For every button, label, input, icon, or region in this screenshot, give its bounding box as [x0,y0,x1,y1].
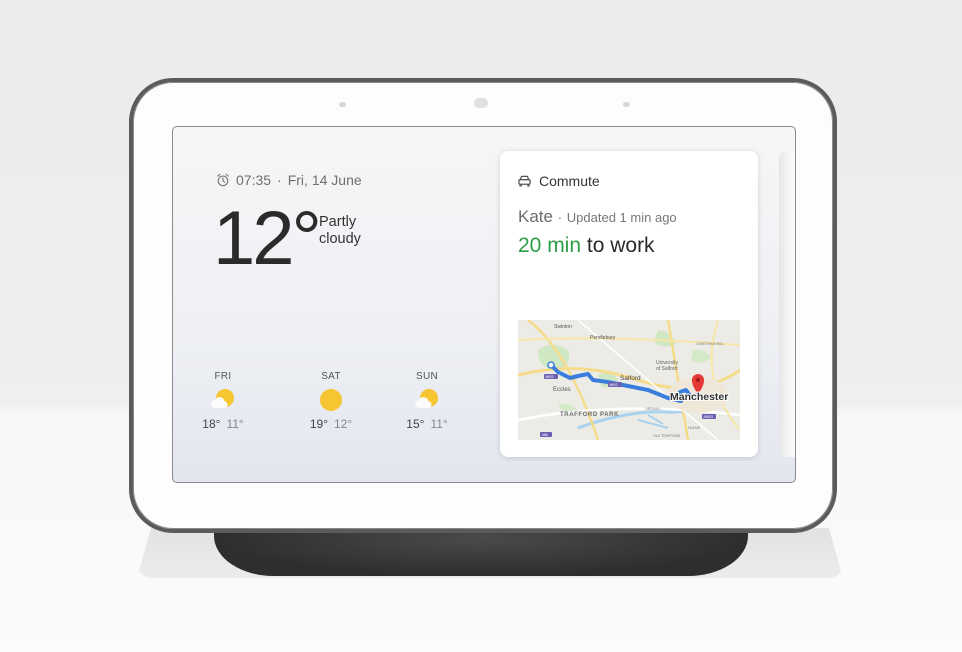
commute-subtitle: Kate · Updated 1 min ago [518,207,677,227]
next-card-peek[interactable] [779,151,795,457]
status-date: Fri, 14 June [287,172,362,188]
map-label-pendlebury: Pendlebury [590,335,616,341]
partly-cloudy-icon [211,389,234,408]
map-shield-a5063: A5063 [704,415,713,419]
commute-separator: · [557,210,563,225]
commute-title: Commute [539,173,600,189]
commute-eta: 20 min to work [518,234,655,258]
map-label-of-salford: of Salford [656,366,678,372]
partly-cloudy-icon [415,389,438,408]
speaker-base [214,530,748,576]
alarm-clock-icon [217,173,229,187]
map-label-cheetham-hill: CHEETHAM HILL [696,342,724,346]
forecast-day-label: SAT [321,371,341,382]
forecast-day-label: FRI [214,371,232,382]
map-shield-m602: M602 [546,375,554,379]
forecast-low: 11° [226,417,244,431]
status-separator: · [277,172,282,188]
commute-card[interactable]: Commute Kate · Updated 1 min ago 20 min … [500,151,758,457]
map-label-salford: Salford [620,375,641,382]
commute-updated: Updated 1 min ago [566,210,677,225]
commute-person: Kate [518,207,553,226]
display-screen: 07:35 · Fri, 14 June 12° Partly cloudy F… [172,126,796,483]
map-label-trafford-park: TRAFFORD PARK [560,412,619,418]
condition-line-2: cloudy [319,231,361,247]
forecast-temps: 18° 11° [193,417,253,431]
weather-condition: Partly cloudy [319,214,361,248]
forecast-low: 12° [334,417,353,431]
map-label-manchester: Manchester [670,391,728,403]
status-time: 07:35 [236,172,272,188]
current-temperature: 12° [213,196,322,281]
map-label-swinton: Swinton [554,324,572,330]
map-label-eccles: Eccles [553,387,571,393]
commute-eta-value: 20 min [518,234,582,257]
map-shield-m602: M602 [610,383,618,387]
forecast-high: 19° [309,417,328,431]
map-label-ordsall: ORDSALL [645,407,661,411]
forecast-day[interactable]: SUN 15° 11° [397,371,457,431]
forecast-day[interactable]: FRI 18° 11° [193,371,253,431]
forecast-low: 11° [430,417,448,431]
commute-eta-suffix: to work [586,234,655,257]
forecast-high: 18° [202,417,221,431]
sunny-icon [320,389,342,411]
forecast-day-label: SUN [415,371,438,382]
forecast-high: 15° [406,417,425,431]
forecast-day[interactable]: SAT 19° 12° [301,371,361,431]
car-icon [518,175,531,187]
microphone-dot-right [623,102,630,107]
commute-card-header: Commute [518,173,600,189]
commute-map[interactable]: Swinton Pendlebury University of Salford… [518,320,740,440]
condition-line-1: Partly [319,214,357,230]
status-row: 07:35 · Fri, 14 June [216,172,362,188]
microphone-dot-left [339,102,346,107]
forecast-temps: 15° 11° [397,417,457,431]
ambient-light-sensor [474,98,488,108]
map-shield-m60: M60 [542,433,548,437]
map-label-old-trafford: OLD TRAFFORD [653,434,681,438]
map-label-hulme: HULME [688,426,701,430]
forecast-temps: 19° 12° [301,417,361,431]
